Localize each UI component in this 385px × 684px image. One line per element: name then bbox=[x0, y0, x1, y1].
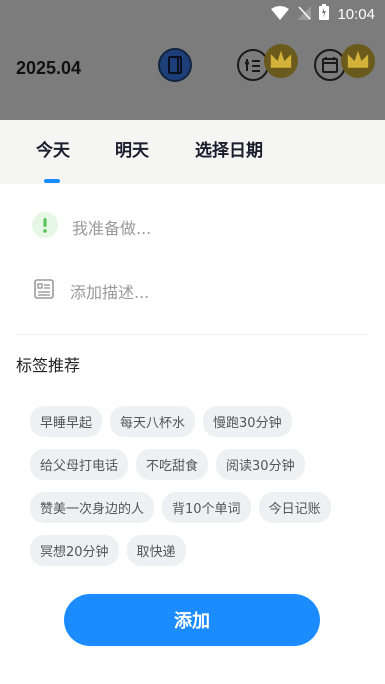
dimmed-header: 10:04 2025.04 bbox=[0, 0, 385, 120]
title-input[interactable]: 我准备做... bbox=[72, 215, 151, 239]
tag-chip[interactable]: 今日记账 bbox=[258, 492, 331, 523]
crown-icon bbox=[264, 44, 298, 78]
tag-section-title: 标签推荐 bbox=[16, 356, 81, 375]
status-bar: 10:04 bbox=[0, 0, 385, 28]
tab-choose-date[interactable]: 选择日期 bbox=[195, 136, 263, 161]
crown-icon bbox=[341, 44, 375, 78]
list-settings-icon[interactable] bbox=[236, 44, 298, 82]
description-input-row[interactable]: 添加描述... bbox=[32, 276, 149, 306]
description-input[interactable]: 添加描述... bbox=[70, 279, 149, 303]
chip-row: 冥想20分钟 取快递 bbox=[30, 535, 360, 566]
chip-row: 赞美一次身边的人 背10个单词 今日记账 bbox=[30, 492, 360, 523]
tag-chip[interactable]: 冥想20分钟 bbox=[30, 535, 119, 566]
status-time: 10:04 bbox=[337, 5, 375, 23]
exclamation-icon bbox=[32, 212, 58, 242]
tab-label: 选择日期 bbox=[195, 141, 263, 161]
title-input-row[interactable]: 我准备做... bbox=[32, 212, 151, 242]
tag-chip[interactable]: 背10个单词 bbox=[162, 492, 251, 523]
tag-chip[interactable]: 阅读30分钟 bbox=[216, 449, 305, 480]
tag-chips: 早睡早起 每天八杯水 慢跑30分钟 给父母打电话 不吃甜食 阅读30分钟 赞美一… bbox=[30, 406, 360, 578]
chip-row: 早睡早起 每天八杯水 慢跑30分钟 bbox=[30, 406, 360, 437]
calendar-icon[interactable] bbox=[313, 44, 375, 82]
divider bbox=[16, 334, 368, 335]
tag-chip[interactable]: 赞美一次身边的人 bbox=[30, 492, 155, 523]
tag-chip[interactable]: 不吃甜食 bbox=[136, 449, 209, 480]
tab-label: 今天 bbox=[36, 141, 70, 161]
date-tabs: 今天 明天 选择日期 bbox=[0, 120, 385, 184]
month-title: 2025.04 bbox=[16, 58, 82, 78]
tab-label: 明天 bbox=[115, 141, 149, 161]
tag-chip[interactable]: 每天八杯水 bbox=[110, 406, 196, 437]
battery-icon bbox=[319, 4, 330, 24]
chip-row: 给父母打电话 不吃甜食 阅读30分钟 bbox=[30, 449, 360, 480]
add-button[interactable]: 添加 bbox=[64, 594, 320, 646]
no-signal-icon bbox=[297, 5, 312, 24]
notebook-icon[interactable] bbox=[158, 48, 192, 82]
tag-chip[interactable]: 慢跑30分钟 bbox=[203, 406, 292, 437]
tab-today[interactable]: 今天 bbox=[36, 136, 70, 183]
tag-chip[interactable]: 取快递 bbox=[126, 535, 186, 566]
description-icon bbox=[32, 277, 56, 305]
active-tab-indicator bbox=[44, 179, 60, 183]
tag-chip[interactable]: 给父母打电话 bbox=[30, 449, 129, 480]
wifi-icon bbox=[271, 5, 290, 24]
tab-tomorrow[interactable]: 明天 bbox=[115, 136, 149, 161]
tag-chip[interactable]: 早睡早起 bbox=[30, 406, 103, 437]
